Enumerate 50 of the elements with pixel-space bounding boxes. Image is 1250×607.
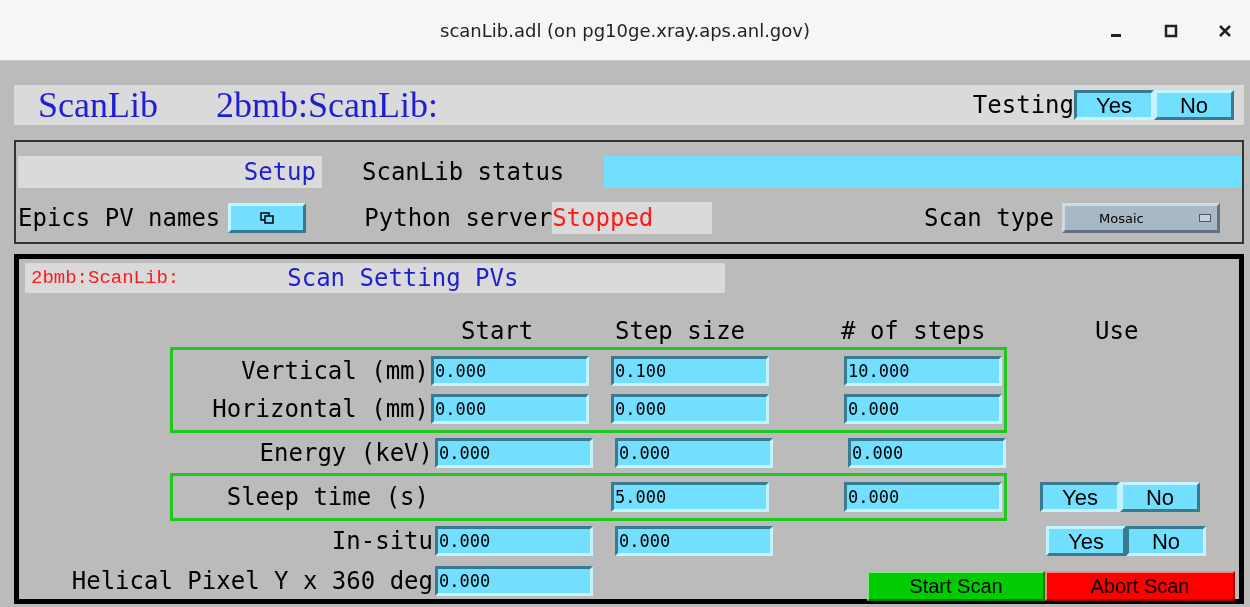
panel-title: Scan Setting PVs <box>287 264 519 292</box>
scan-button[interactable]: Abort Scan <box>1045 571 1235 601</box>
setup-title: Setup <box>18 156 322 188</box>
server-state: Stopped <box>552 202 713 234</box>
step-field[interactable]: 0.000 <box>611 394 769 424</box>
scan-type-menu[interactable]: Mosaic <box>1062 203 1220 233</box>
column-header: # of steps <box>841 317 986 345</box>
step-field[interactable]: 0.100 <box>611 356 769 386</box>
testing-option[interactable]: No <box>1154 90 1234 120</box>
start-field[interactable]: 0.000 <box>435 526 593 556</box>
pv-names-label: Epics PV names <box>18 204 221 232</box>
steps-field[interactable]: 0.000 <box>844 394 1002 424</box>
menu-icon <box>1199 214 1211 222</box>
close-icon[interactable] <box>1218 24 1232 38</box>
row-label: Energy (keV) <box>258 439 433 467</box>
row-label: In-situ <box>330 527 433 555</box>
pv-prefix: 2bmb:ScanLib: <box>31 267 180 289</box>
use-option[interactable]: No <box>1120 482 1200 512</box>
use-option[interactable]: Yes <box>1046 526 1126 556</box>
column-header: Start <box>461 317 534 345</box>
step-field[interactable]: 0.000 <box>615 526 773 556</box>
maximize-icon[interactable] <box>1164 24 1178 38</box>
server-label: Python server <box>364 204 553 232</box>
use-option[interactable]: Yes <box>1040 482 1120 512</box>
row-label: Sleep time (s) <box>225 483 429 511</box>
steps-field[interactable]: 10.000 <box>844 356 1002 386</box>
use-option[interactable]: No <box>1126 526 1206 556</box>
start-field[interactable]: 0.000 <box>431 356 589 386</box>
testing-option[interactable]: Yes <box>1074 90 1154 120</box>
step-field[interactable]: 5.000 <box>611 482 769 512</box>
app-title: ScanLib <box>38 84 158 126</box>
row-label: Helical Pixel Y x 360 deg <box>70 567 433 595</box>
start-field[interactable]: 0.000 <box>431 394 589 424</box>
row-label: Vertical (mm) <box>240 357 429 385</box>
window-title: scanLib.adl (on pg10ge.xray.aps.anl.gov) <box>440 19 810 41</box>
step-field[interactable]: 0.000 <box>615 438 773 468</box>
windows-icon <box>260 212 275 224</box>
steps-field[interactable]: 0.000 <box>848 438 1006 468</box>
row-label: Horizontal (mm) <box>211 395 429 423</box>
scan-button[interactable]: Start Scan <box>867 571 1045 601</box>
start-field[interactable]: 0.000 <box>435 566 593 596</box>
steps-field[interactable]: 0.000 <box>844 482 1002 512</box>
related-display-button[interactable] <box>228 203 307 233</box>
column-header: Use <box>1095 317 1139 345</box>
testing-label: Testing <box>972 91 1074 119</box>
start-field[interactable]: 0.000 <box>435 438 593 468</box>
column-header: Step size <box>615 317 746 345</box>
scan-type-label: Scan type <box>923 204 1054 232</box>
pv-prefix: 2bmb:ScanLib: <box>216 84 438 126</box>
status-label: ScanLib status <box>362 158 565 186</box>
